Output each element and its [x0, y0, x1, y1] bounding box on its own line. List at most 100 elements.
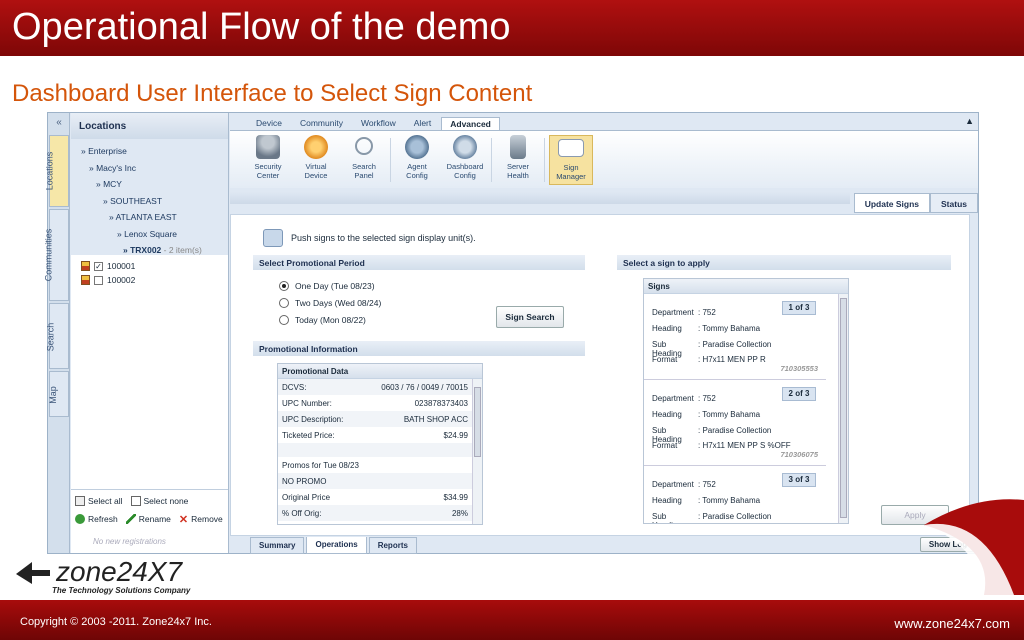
sign-search-button[interactable]: Sign Search	[496, 306, 564, 328]
tab-alert[interactable]: Alert	[406, 117, 439, 130]
sign-unit-icon	[81, 261, 90, 271]
promo-data-grid: Promotional Data DCVS: 0603 / 76 / 0049 /…	[277, 363, 483, 525]
vtab-map[interactable]: Map	[48, 371, 69, 417]
bottom-tabs: Summary Operations Reports	[250, 537, 417, 554]
dashboard-window: « Locations Communities Search Map Locat…	[43, 112, 979, 554]
magnifier-icon	[355, 137, 373, 155]
remove-icon: ✕	[178, 513, 189, 526]
select-none-icon	[130, 496, 141, 506]
promo-period-header: Select Promotional Period	[253, 255, 585, 270]
tree-node-southeast[interactable]: » SOUTHEAST	[71, 193, 228, 210]
tab-community[interactable]: Community	[292, 117, 351, 130]
virtual-device-button[interactable]: Virtual Device	[294, 135, 338, 185]
agent-config-button[interactable]: Agent Config	[395, 135, 439, 185]
tree-node-lenox-square[interactable]: » Lenox Square	[71, 226, 228, 243]
sign-card-1[interactable]: 1 of 3 Department: 752 Heading: Tommy Ba…	[644, 294, 826, 380]
search-panel-button[interactable]: Search Panel	[342, 135, 386, 185]
slide-footer: Copyright © 2003 -2011. Zone24x7 Inc. ww…	[0, 600, 1024, 640]
sign-index-badge: 2 of 3	[782, 387, 816, 401]
rename-button[interactable]: Rename	[125, 512, 171, 526]
vtab-locations[interactable]: Locations	[44, 135, 69, 207]
dashboard-config-button[interactable]: Dashboard Config	[443, 135, 487, 185]
top-tabs: Device Community Workflow Alert Advanced	[230, 113, 978, 130]
promo-scrollbar[interactable]	[472, 379, 482, 524]
select-sign-header: Select a sign to apply	[617, 255, 951, 270]
slide-subtitle: Dashboard User Interface to Select Sign …	[12, 80, 533, 107]
select-all-icon	[75, 496, 85, 506]
sign-unit-list: ✓ 100001 100002	[71, 255, 228, 291]
locations-panel: Locations » Enterprise » Macy's Inc » MC…	[71, 113, 229, 553]
tree-node-enterprise[interactable]: » Enterprise	[71, 143, 228, 160]
tab-device[interactable]: Device	[248, 117, 290, 130]
main-area: Device Community Workflow Alert Advanced…	[230, 113, 978, 554]
push-signs-info: Push signs to the selected sign display …	[263, 229, 476, 247]
sub-toolbar	[230, 192, 850, 204]
tab-reports[interactable]: Reports	[368, 537, 417, 554]
location-tree: » Enterprise » Macy's Inc » MCY » SOUTHE…	[71, 139, 228, 255]
radio-one-day[interactable]: One Day (Tue 08/23)	[279, 281, 375, 291]
remove-button[interactable]: ✕ Remove	[179, 512, 223, 526]
collapse-sidebar-button[interactable]: «	[48, 113, 70, 133]
sign-unit-icon	[81, 275, 90, 285]
signs-scrollbar[interactable]	[838, 294, 848, 523]
copyright-text: Copyright © 2003 -2011. Zone24x7 Inc.	[20, 616, 212, 628]
scroll-thumb[interactable]	[840, 298, 847, 518]
key-icon	[256, 135, 280, 159]
table-row: NO PROMO	[278, 473, 472, 489]
promo-data-rows: DCVS: 0603 / 76 / 0049 / 70015 UPC Number…	[278, 379, 472, 521]
refresh-button[interactable]: Refresh	[75, 512, 118, 526]
dashboard-config-icon	[453, 135, 477, 159]
sign-card-2[interactable]: 2 of 3 Department: 752 Heading: Tommy Ba…	[644, 380, 826, 466]
pencil-icon	[125, 514, 136, 524]
scroll-thumb[interactable]	[474, 387, 481, 457]
update-signs-panel: Push signs to the selected sign display …	[230, 214, 970, 536]
server-health-icon	[510, 135, 526, 159]
company-logo: zone24X7 The Technology Solutions Compan…	[16, 556, 216, 598]
list-item[interactable]: ✓ 100001	[81, 259, 218, 273]
locations-header: Locations	[71, 113, 228, 139]
sign-index-badge: 3 of 3	[782, 473, 816, 487]
table-row: % Off Orig: 28%	[278, 505, 472, 521]
security-center-button[interactable]: Security Center	[246, 135, 290, 185]
item-checkbox[interactable]: ✓	[94, 261, 103, 271]
tab-operations[interactable]: Operations	[306, 537, 367, 554]
table-row: UPC Number: 023878373403	[282, 399, 468, 408]
sign-manager-button[interactable]: Sign Manager	[549, 135, 593, 185]
tab-status[interactable]: Status	[930, 193, 978, 213]
vtab-search[interactable]: Search	[45, 303, 69, 369]
collapse-ribbon-icon[interactable]: ▲	[965, 116, 974, 126]
refresh-icon	[75, 514, 85, 524]
tab-summary[interactable]: Summary	[250, 537, 305, 554]
left-actions: Select all Select none Refresh Rename ✕ R…	[71, 489, 228, 553]
tree-node-atlanta-east[interactable]: » ATLANTA EAST	[71, 209, 228, 226]
sub-tabs: Update Signs Status	[853, 193, 978, 213]
tree-node-macys[interactable]: » Macy's Inc	[71, 160, 228, 177]
radio-button[interactable]	[279, 281, 289, 291]
website-link[interactable]: www.zone24x7.com	[894, 616, 1010, 631]
tree-node-mcy[interactable]: » MCY	[71, 176, 228, 193]
radio-button[interactable]	[279, 315, 289, 325]
sign-index-badge: 1 of 3	[782, 301, 816, 315]
slide-header: Operational Flow of the demo	[0, 0, 1024, 56]
push-signs-icon	[263, 229, 283, 247]
table-row: UPC Description: BATH SHOP ACC	[278, 411, 472, 427]
server-health-button[interactable]: Server Health	[496, 135, 540, 185]
item-checkbox[interactable]	[94, 275, 103, 285]
decorative-swoosh	[924, 499, 1024, 595]
radio-today[interactable]: Today (Mon 08/22)	[279, 315, 366, 325]
tab-update-signs[interactable]: Update Signs	[853, 193, 931, 213]
sign-card-3[interactable]: 3 of 3 Department: 752 Heading: Tommy Ba…	[644, 466, 826, 523]
signs-list: 1 of 3 Department: 752 Heading: Tommy Ba…	[644, 294, 838, 523]
radio-button[interactable]	[279, 298, 289, 308]
select-none-button[interactable]: Select none	[130, 494, 188, 508]
list-item[interactable]: 100002	[81, 273, 218, 287]
tab-advanced[interactable]: Advanced	[441, 117, 500, 130]
tab-workflow[interactable]: Workflow	[353, 117, 404, 130]
sign-manager-icon	[558, 139, 584, 157]
radio-two-days[interactable]: Two Days (Wed 08/24)	[279, 298, 381, 308]
promo-info-header: Promotional Information	[253, 341, 585, 356]
select-all-button[interactable]: Select all	[75, 494, 123, 508]
table-row: DCVS: 0603 / 76 / 0049 / 70015	[278, 379, 472, 395]
table-row: Original Price $34.99	[282, 493, 468, 502]
vtab-communities[interactable]: Communities	[43, 209, 69, 301]
